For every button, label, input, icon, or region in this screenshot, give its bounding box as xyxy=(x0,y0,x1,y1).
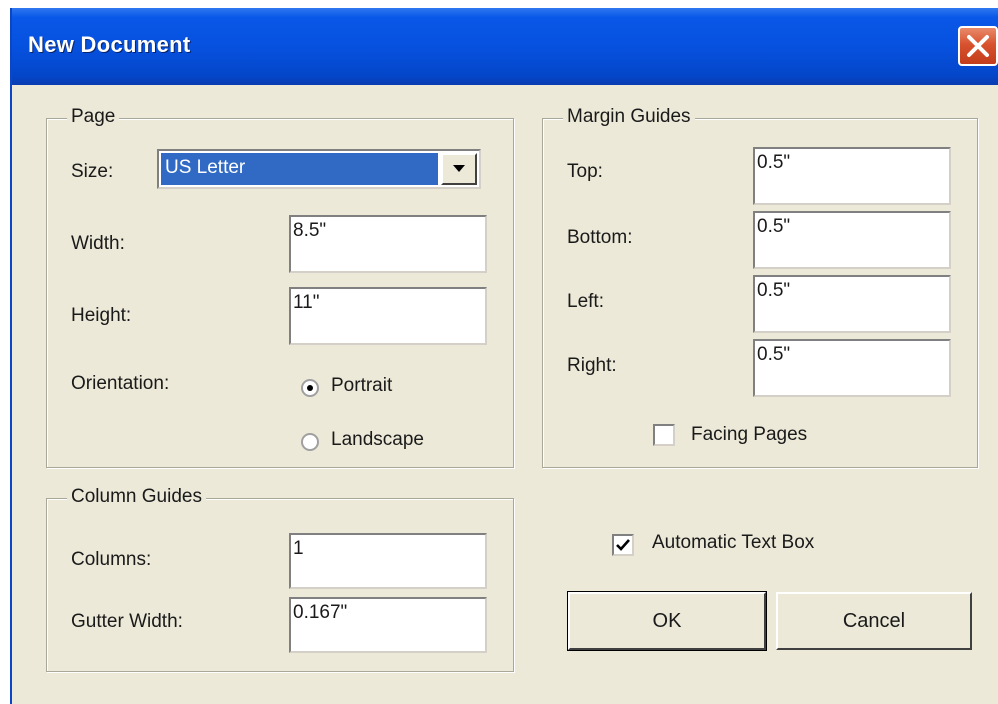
columns-field[interactable]: 1 xyxy=(289,533,487,589)
size-label: Size: xyxy=(71,161,114,182)
height-label: Height: xyxy=(71,305,132,326)
width-field[interactable]: 8.5" xyxy=(289,215,487,273)
facing-pages-checkbox[interactable] xyxy=(653,424,675,446)
size-select[interactable]: US Letter xyxy=(157,149,481,189)
margin-guides-group: Margin Guides Top: 0.5" Bottom: 0.5" Lef… xyxy=(542,106,978,468)
column-guides-group: Column Guides Columns: 1 Gutter Width: 0… xyxy=(46,486,514,672)
chevron-down-icon xyxy=(453,165,465,172)
ok-button-label: OK xyxy=(652,610,682,632)
right-label: Right: xyxy=(567,355,617,376)
cancel-button[interactable]: Cancel xyxy=(776,592,972,650)
dialog-title: New Document xyxy=(28,32,191,57)
height-field[interactable]: 11" xyxy=(289,287,487,345)
bottom-label: Bottom: xyxy=(567,227,633,248)
automatic-text-box-checkbox[interactable] xyxy=(612,534,634,556)
top-margin-field[interactable]: 0.5" xyxy=(753,147,951,205)
orientation-label: Orientation: xyxy=(71,373,170,394)
margin-guides-legend: Margin Guides xyxy=(563,106,695,128)
ok-button[interactable]: OK xyxy=(567,591,767,651)
gutter-width-field[interactable]: 0.167" xyxy=(289,597,487,653)
close-icon xyxy=(967,35,989,57)
cancel-button-label: Cancel xyxy=(842,610,906,632)
close-button[interactable] xyxy=(958,26,998,66)
checkmark-icon xyxy=(616,539,630,551)
portrait-label[interactable]: Portrait xyxy=(331,375,392,397)
portrait-radio[interactable] xyxy=(301,379,319,397)
facing-pages-label[interactable]: Facing Pages xyxy=(691,424,807,446)
page-group: Page Size: US Letter Width: 8.5" Height:… xyxy=(46,106,514,468)
landscape-label[interactable]: Landscape xyxy=(331,429,424,451)
new-document-dialog: New Document Page Size: US Letter Width:… xyxy=(10,8,998,704)
left-label: Left: xyxy=(567,291,604,312)
column-guides-legend: Column Guides xyxy=(67,486,206,508)
size-dropdown-button[interactable] xyxy=(441,153,477,185)
right-margin-field[interactable]: 0.5" xyxy=(753,339,951,397)
width-label: Width: xyxy=(71,233,125,254)
automatic-text-box-label[interactable]: Automatic Text Box xyxy=(652,532,814,554)
title-bar[interactable]: New Document xyxy=(12,8,998,85)
gutter-width-label: Gutter Width: xyxy=(71,611,183,632)
landscape-radio[interactable] xyxy=(301,433,319,451)
size-select-value: US Letter xyxy=(161,153,438,185)
top-label: Top: xyxy=(567,161,603,182)
left-margin-field[interactable]: 0.5" xyxy=(753,275,951,333)
columns-label: Columns: xyxy=(71,549,152,570)
bottom-margin-field[interactable]: 0.5" xyxy=(753,211,951,269)
page-legend: Page xyxy=(67,106,120,128)
